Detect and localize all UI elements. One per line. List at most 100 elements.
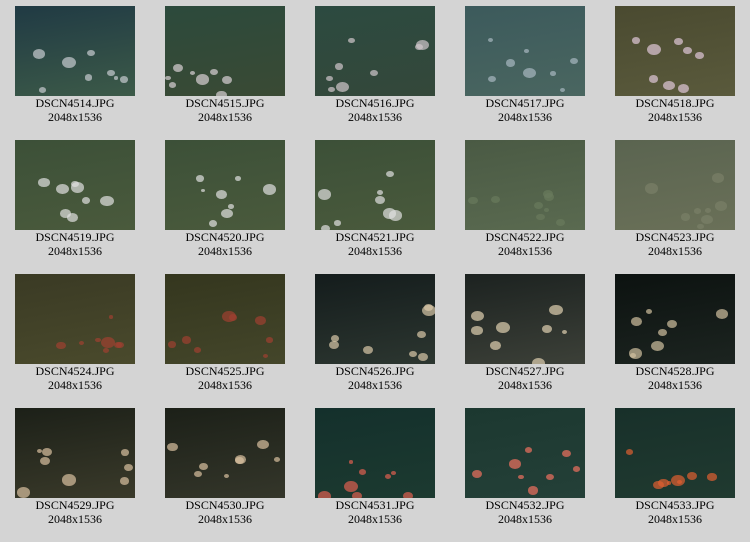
- thumbnail-image[interactable]: [15, 274, 135, 364]
- image-detail: [631, 37, 640, 44]
- image-dimensions: 2048x1536: [498, 378, 552, 392]
- thumbnail-item[interactable]: DSCN4516.JPG 2048x1536: [300, 6, 450, 140]
- image-detail: [60, 208, 71, 218]
- image-detail: [40, 456, 50, 465]
- image-detail: [172, 63, 183, 72]
- thumbnail-item[interactable]: DSCN4517.JPG 2048x1536: [450, 6, 600, 140]
- thumbnail-image[interactable]: [615, 274, 735, 364]
- thumbnail-item[interactable]: DSCN4525.JPG 2048x1536: [150, 274, 300, 408]
- file-name: DSCN4515.JPG: [185, 96, 265, 110]
- image-detail: [382, 208, 396, 220]
- image-dimensions: 2048x1536: [348, 244, 402, 258]
- thumbnail-item[interactable]: DSCN4532.JPG 2048x1536: [450, 408, 600, 542]
- thumbnail-item[interactable]: DSCN4521.JPG 2048x1536: [300, 140, 450, 274]
- image-detail: [317, 490, 331, 498]
- thumbnail-item[interactable]: DSCN4526.JPG 2048x1536: [300, 274, 450, 408]
- thumbnail-item[interactable]: DSCN4533.JPG 2048x1536: [600, 408, 750, 542]
- image-detail: [657, 328, 667, 336]
- thumbnail-image[interactable]: [615, 140, 735, 230]
- thumbnail-image[interactable]: [15, 408, 135, 498]
- file-name: DSCN4533.JPG: [635, 498, 715, 512]
- thumbnail-item[interactable]: DSCN4518.JPG 2048x1536: [600, 6, 750, 140]
- thumbnail-image[interactable]: [465, 408, 585, 498]
- thumbnail-image[interactable]: [165, 6, 285, 96]
- image-dimensions: 2048x1536: [348, 378, 402, 392]
- image-detail: [487, 75, 496, 82]
- image-detail: [113, 76, 119, 80]
- image-detail: [707, 473, 717, 481]
- image-detail: [471, 326, 483, 335]
- thumbnail-image[interactable]: [615, 408, 735, 498]
- file-name: DSCN4530.JPG: [185, 498, 265, 512]
- image-detail: [715, 201, 728, 212]
- thumbnail-image[interactable]: [15, 140, 135, 230]
- thumbnail-item[interactable]: DSCN4514.JPG 2048x1536: [0, 6, 150, 140]
- thumbnail-image[interactable]: [465, 6, 585, 96]
- thumbnail-image[interactable]: [315, 408, 435, 498]
- thumbnail-item[interactable]: DSCN4523.JPG 2048x1536: [600, 140, 750, 274]
- thumbnail-image[interactable]: [165, 408, 285, 498]
- thumbnail-item[interactable]: DSCN4528.JPG 2048x1536: [600, 274, 750, 408]
- image-detail: [549, 71, 556, 76]
- image-detail: [711, 172, 725, 183]
- image-detail: [70, 182, 85, 194]
- image-detail: [524, 447, 533, 454]
- file-name: DSCN4528.JPG: [635, 364, 715, 378]
- file-name: DSCN4524.JPG: [35, 364, 115, 378]
- thumbnail-item[interactable]: DSCN4527.JPG 2048x1536: [450, 274, 600, 408]
- image-detail: [487, 38, 493, 43]
- image-detail: [235, 176, 242, 181]
- image-detail: [100, 337, 115, 349]
- image-detail: [384, 473, 392, 480]
- image-detail: [541, 325, 552, 334]
- thumbnail-item[interactable]: DSCN4529.JPG 2048x1536: [0, 408, 150, 542]
- image-detail: [651, 340, 664, 351]
- image-detail: [370, 70, 378, 77]
- image-detail: [348, 460, 354, 465]
- thumbnail-item[interactable]: DSCN4522.JPG 2048x1536: [450, 140, 600, 274]
- image-dimensions: 2048x1536: [648, 110, 702, 124]
- image-detail: [562, 450, 572, 458]
- thumbnail-image[interactable]: [615, 6, 735, 96]
- image-detail: [523, 68, 537, 79]
- image-detail: [328, 87, 335, 93]
- file-name: DSCN4520.JPG: [185, 230, 265, 244]
- image-detail: [200, 189, 205, 193]
- image-detail: [216, 90, 227, 96]
- image-dimensions: 2048x1536: [198, 512, 252, 526]
- image-dimensions: 2048x1536: [498, 110, 552, 124]
- image-detail: [414, 43, 423, 50]
- thumbnail-image[interactable]: [165, 274, 285, 364]
- image-dimensions: 2048x1536: [198, 244, 252, 258]
- image-detail: [489, 340, 502, 350]
- image-dimensions: 2048x1536: [48, 378, 102, 392]
- image-detail: [32, 48, 46, 60]
- thumbnail-image[interactable]: [315, 6, 435, 96]
- thumbnail-image[interactable]: [315, 274, 435, 364]
- image-detail: [701, 214, 714, 225]
- image-detail: [509, 459, 522, 469]
- file-name: DSCN4531.JPG: [335, 498, 415, 512]
- file-name: DSCN4519.JPG: [35, 230, 115, 244]
- image-detail: [629, 347, 643, 359]
- file-name: DSCN4516.JPG: [335, 96, 415, 110]
- thumbnail-item[interactable]: DSCN4519.JPG 2048x1536: [0, 140, 150, 274]
- thumbnail-item[interactable]: DSCN4524.JPG 2048x1536: [0, 274, 150, 408]
- image-detail: [262, 353, 268, 358]
- thumbnail-image[interactable]: [465, 140, 585, 230]
- thumbnail-image[interactable]: [15, 6, 135, 96]
- image-detail: [62, 56, 76, 68]
- image-detail: [195, 175, 205, 182]
- image-detail: [42, 448, 53, 457]
- thumbnail-image[interactable]: [165, 140, 285, 230]
- thumbnail-item[interactable]: DSCN4530.JPG 2048x1536: [150, 408, 300, 542]
- image-detail: [351, 492, 362, 498]
- image-detail: [223, 474, 229, 479]
- thumbnail-image[interactable]: [465, 274, 585, 364]
- image-detail: [196, 74, 209, 85]
- thumbnail-item[interactable]: DSCN4531.JPG 2048x1536: [300, 408, 450, 542]
- thumbnail-item[interactable]: DSCN4515.JPG 2048x1536: [150, 6, 300, 140]
- image-detail: [362, 345, 374, 355]
- thumbnail-image[interactable]: [315, 140, 435, 230]
- thumbnail-item[interactable]: DSCN4520.JPG 2048x1536: [150, 140, 300, 274]
